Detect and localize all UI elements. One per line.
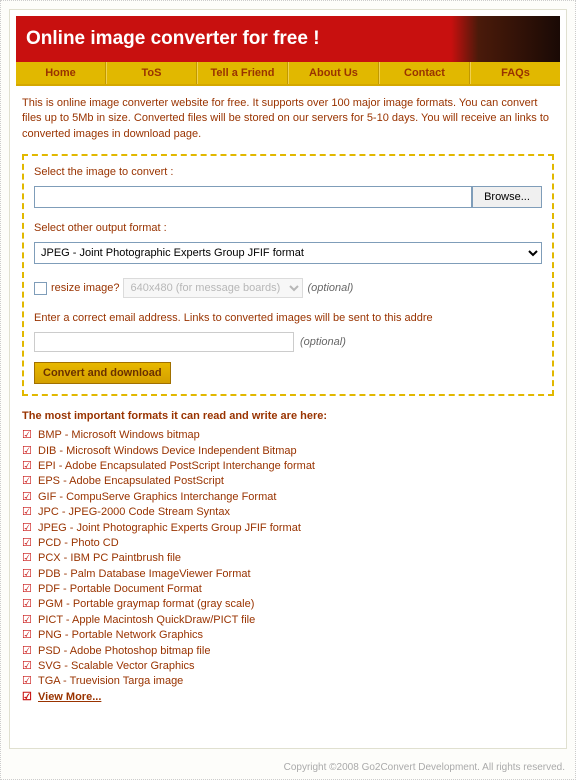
nav-about[interactable]: About Us (288, 62, 379, 84)
format-item: EPI - Adobe Encapsulated PostScript Inte… (22, 459, 554, 474)
format-item: PICT - Apple Macintosh QuickDraw/PICT fi… (22, 613, 554, 628)
select-image-label: Select the image to convert : (34, 166, 542, 178)
format-item: BMP - Microsoft Windows bitmap (22, 428, 554, 443)
email-input[interactable] (34, 332, 294, 352)
format-item: PCD - Photo CD (22, 536, 554, 551)
view-more-link[interactable]: View More... (22, 690, 554, 705)
format-item: PGM - Portable graymap format (gray scal… (22, 597, 554, 612)
format-item: JPC - JPEG-2000 Code Stream Syntax (22, 505, 554, 520)
format-item: PDF - Portable Document Format (22, 582, 554, 597)
footer-copyright: Copyright ©2008 Go2Convert Development. … (284, 762, 565, 773)
nav-home[interactable]: Home (16, 62, 106, 84)
file-input[interactable] (34, 186, 472, 208)
convert-button[interactable]: Convert and download (34, 362, 171, 384)
format-item: SVG - Scalable Vector Graphics (22, 659, 554, 674)
convert-form: Select the image to convert : Browse... … (22, 154, 554, 396)
format-item: PNG - Portable Network Graphics (22, 628, 554, 643)
format-item: PCX - IBM PC Paintbrush file (22, 551, 554, 566)
format-item: TGA - Truevision Targa image (22, 674, 554, 689)
intro-text: This is online image converter website f… (22, 96, 554, 142)
nav-tos[interactable]: ToS (106, 62, 197, 84)
resize-select[interactable]: 640x480 (for message boards) (123, 278, 303, 298)
nav-contact[interactable]: Contact (379, 62, 470, 84)
page-title: Online image converter for free ! (26, 28, 550, 50)
resize-optional: (optional) (307, 282, 353, 294)
resize-checkbox[interactable] (34, 282, 47, 295)
resize-label: resize image? (51, 282, 119, 294)
format-item: PDB - Palm Database ImageViewer Format (22, 567, 554, 582)
nav-faqs[interactable]: FAQs (470, 62, 560, 84)
format-item: JPEG - Joint Photographic Experts Group … (22, 521, 554, 536)
email-optional: (optional) (300, 336, 346, 348)
email-label: Enter a correct email address. Links to … (34, 312, 542, 324)
format-item: EPS - Adobe Encapsulated PostScript (22, 474, 554, 489)
formats-title: The most important formats it can read a… (22, 410, 554, 422)
format-item: PSD - Adobe Photoshop bitmap file (22, 644, 554, 659)
output-format-label: Select other output format : (34, 222, 542, 234)
formats-list: BMP - Microsoft Windows bitmapDIB - Micr… (22, 428, 554, 705)
format-item: DIB - Microsoft Windows Device Independe… (22, 444, 554, 459)
browse-button[interactable]: Browse... (472, 186, 542, 208)
nav-bar: Home ToS Tell a Friend About Us Contact … (16, 62, 560, 86)
nav-tell-friend[interactable]: Tell a Friend (197, 62, 288, 84)
header: Online image converter for free ! (16, 16, 560, 62)
format-item: GIF - CompuServe Graphics Interchange Fo… (22, 490, 554, 505)
output-format-select[interactable]: JPEG - Joint Photographic Experts Group … (34, 242, 542, 264)
